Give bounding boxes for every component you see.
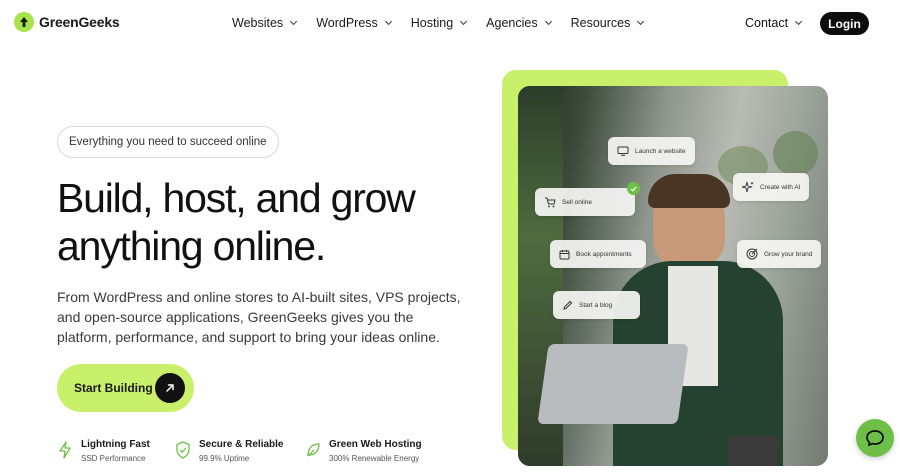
feature-sub: 99.9% Uptime xyxy=(199,454,250,463)
leaf-icon xyxy=(307,443,320,457)
headline-line1: Build, host, and grow xyxy=(57,175,416,221)
person-hair xyxy=(648,174,730,208)
tag-label: Sell online xyxy=(562,198,592,206)
chevron-down-icon xyxy=(544,17,552,26)
feature-title: Secure & Reliable xyxy=(199,439,284,450)
greengeeks-logo[interactable]: GreenGeeks xyxy=(14,12,120,32)
chat-button[interactable] xyxy=(856,419,894,457)
hero-subtext: From WordPress and online stores to AI-b… xyxy=(57,289,461,345)
top-nav: GreenGeeks Websites WordPress Hosting Ag… xyxy=(0,0,900,48)
feature-list: Lightning Fast SSD Performance Secure & … xyxy=(57,438,477,468)
feature-title: Green Web Hosting xyxy=(329,439,422,450)
nav-item-websites[interactable]: Websites xyxy=(232,16,298,30)
tag-label: Book appointments xyxy=(576,250,632,258)
hero-pill: Everything you need to succeed online xyxy=(57,126,279,158)
mug xyxy=(728,436,778,466)
nav-item-wordpress[interactable]: WordPress xyxy=(316,16,392,30)
chevron-down-icon xyxy=(795,17,803,26)
chevron-down-icon xyxy=(290,17,298,26)
tag-start-blog: Start a blog xyxy=(553,291,640,319)
nav-item-contact[interactable]: Contact xyxy=(745,16,803,30)
tag-launch-website: Launch a website xyxy=(608,137,695,165)
nav-links: Websites WordPress Hosting Agencies Reso… xyxy=(232,16,663,30)
feature-lightning-fast: Lightning Fast SSD Performance xyxy=(57,438,150,464)
feature-secure-reliable: Secure & Reliable 99.9% Uptime xyxy=(175,438,283,464)
cta-label: Start Building xyxy=(74,381,153,395)
feature-text: Lightning Fast SSD Performance xyxy=(81,438,150,464)
shield-check-icon xyxy=(176,441,190,459)
bolt-icon xyxy=(59,441,71,459)
feature-text: Secure & Reliable 99.9% Uptime xyxy=(199,438,283,464)
chevron-down-icon xyxy=(637,17,645,26)
tag-create-ai: Create with AI xyxy=(733,173,810,201)
nav-item-agencies[interactable]: Agencies xyxy=(486,16,552,30)
target-icon xyxy=(746,248,758,260)
check-badge-icon xyxy=(627,182,640,195)
nav-item-hosting[interactable]: Hosting xyxy=(410,16,468,30)
nav-item-label: Agencies xyxy=(486,16,538,30)
tag-book-appointments: Book appointments xyxy=(550,240,646,268)
feature-sub: 300% Renewable Energy xyxy=(329,454,420,463)
tag-sell-online: Sell online xyxy=(535,188,635,216)
feature-text: Green Web Hosting 300% Renewable Energy xyxy=(329,438,422,464)
headline-line2: anything online. xyxy=(57,223,326,269)
tag-label: Create with AI xyxy=(760,183,801,191)
login-button[interactable]: Login xyxy=(820,12,869,35)
tree-icon xyxy=(14,12,34,32)
laptop xyxy=(537,344,689,424)
sparkle-icon xyxy=(742,181,754,193)
feature-title: Lightning Fast xyxy=(81,439,150,450)
plant-shelf xyxy=(773,131,818,176)
nav-item-label: Websites xyxy=(232,16,284,30)
tag-label: Grow your brand xyxy=(764,250,813,258)
nav-item-label: Hosting xyxy=(410,16,454,30)
feature-green-hosting: Green Web Hosting 300% Renewable Energy xyxy=(305,438,422,464)
monitor-icon xyxy=(617,146,629,156)
tag-grow-brand: Grow your brand xyxy=(737,240,822,268)
brand-name: GreenGeeks xyxy=(39,14,120,30)
start-building-button[interactable]: Start Building xyxy=(57,364,194,412)
nav-item-label: Resources xyxy=(570,16,631,30)
tag-label: Launch a website xyxy=(635,147,686,155)
calendar-icon xyxy=(559,249,570,259)
hero-headline: Build, host, and grow anything online. xyxy=(57,174,416,270)
chevron-down-icon xyxy=(384,17,392,26)
pencil-icon xyxy=(563,300,573,310)
chat-bubble-icon xyxy=(866,430,884,447)
arrow-up-right-icon xyxy=(155,373,185,403)
chevron-down-icon xyxy=(460,17,468,26)
feature-sub: SSD Performance xyxy=(81,454,146,463)
contact-label: Contact xyxy=(745,16,789,30)
cart-icon xyxy=(545,197,556,207)
tag-label: Start a blog xyxy=(579,301,613,309)
nav-item-label: WordPress xyxy=(316,16,378,30)
nav-item-resources[interactable]: Resources xyxy=(570,16,645,30)
